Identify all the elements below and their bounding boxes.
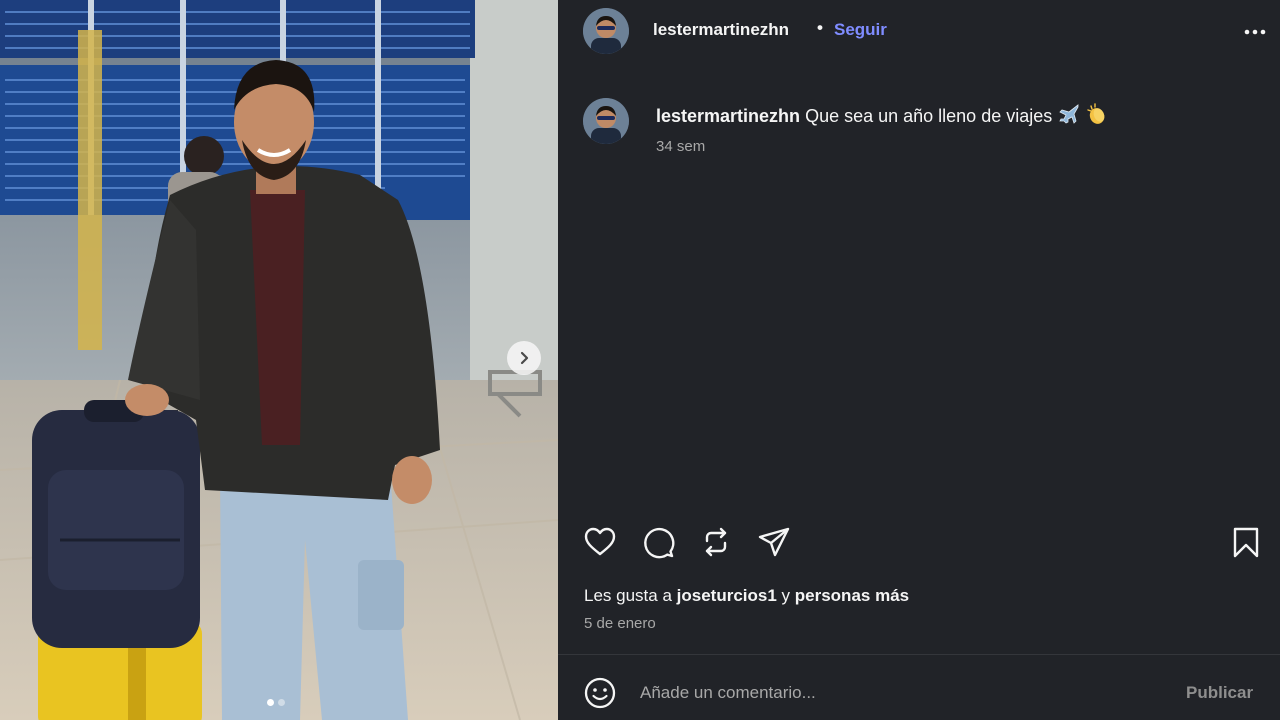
caption-author-avatar[interactable]	[583, 98, 629, 144]
smiley-icon	[584, 677, 616, 709]
likes-others-link[interactable]: personas más	[795, 586, 909, 605]
caption-body: Que sea un año lleno de viajes	[805, 106, 1053, 126]
header-separator: •	[817, 18, 823, 37]
likes-prefix: Les gusta a	[584, 586, 672, 605]
likes-summary[interactable]: Les gusta a joseturcios1 y personas más	[584, 586, 909, 606]
carousel-next-button[interactable]	[507, 341, 541, 375]
send-icon	[758, 527, 790, 557]
carousel-dot	[278, 699, 285, 706]
save-button[interactable]	[1228, 524, 1264, 560]
avatar-image	[583, 8, 629, 54]
heart-icon	[584, 527, 616, 556]
airplane-icon	[1059, 104, 1079, 124]
navy-backpack	[32, 400, 200, 648]
comment-button[interactable]	[640, 524, 676, 560]
post-header: lestermartinezhn • Seguir	[558, 0, 1280, 62]
likes-user-link[interactable]: joseturcios1	[677, 586, 777, 605]
follow-button[interactable]: Seguir	[834, 20, 887, 40]
likes-joiner: y	[781, 586, 791, 605]
bookmark-icon	[1233, 527, 1259, 558]
carousel-dot-active	[267, 699, 274, 706]
airplane-emoji	[1058, 103, 1080, 130]
like-button[interactable]	[582, 524, 618, 560]
share-button[interactable]	[756, 524, 792, 560]
post-photo[interactable]	[0, 0, 558, 720]
post-photo-illustration	[0, 0, 558, 720]
publish-button[interactable]: Publicar	[1186, 683, 1253, 703]
author-avatar[interactable]	[583, 8, 629, 54]
repost-icon	[705, 527, 727, 557]
more-horizontal-icon	[1244, 29, 1266, 35]
clapping-hands-emoji	[1086, 103, 1108, 130]
post-actions	[558, 520, 1280, 564]
comment-composer: Publicar	[558, 654, 1280, 720]
chevron-right-icon	[520, 351, 529, 365]
emoji-picker-button[interactable]	[582, 675, 618, 711]
caption-username[interactable]: lestermartinezhn	[656, 106, 800, 126]
carousel-indicator	[267, 699, 285, 706]
post-date[interactable]: 5 de enero	[584, 615, 656, 632]
more-options-button[interactable]	[1241, 22, 1271, 42]
comment-icon	[644, 527, 675, 559]
repost-button[interactable]	[698, 524, 734, 560]
avatar-image	[583, 98, 629, 144]
clapping-hands-icon	[1087, 103, 1105, 124]
caption-timestamp[interactable]: 34 sem	[656, 138, 705, 155]
post-details-panel: lestermartinezhn • Seguir lestermartinez…	[558, 0, 1280, 720]
author-username[interactable]: lestermartinezhn	[653, 20, 789, 40]
comment-input[interactable]	[640, 677, 1160, 709]
caption-text: lestermartinezhn Que sea un año lleno de…	[656, 103, 1108, 130]
